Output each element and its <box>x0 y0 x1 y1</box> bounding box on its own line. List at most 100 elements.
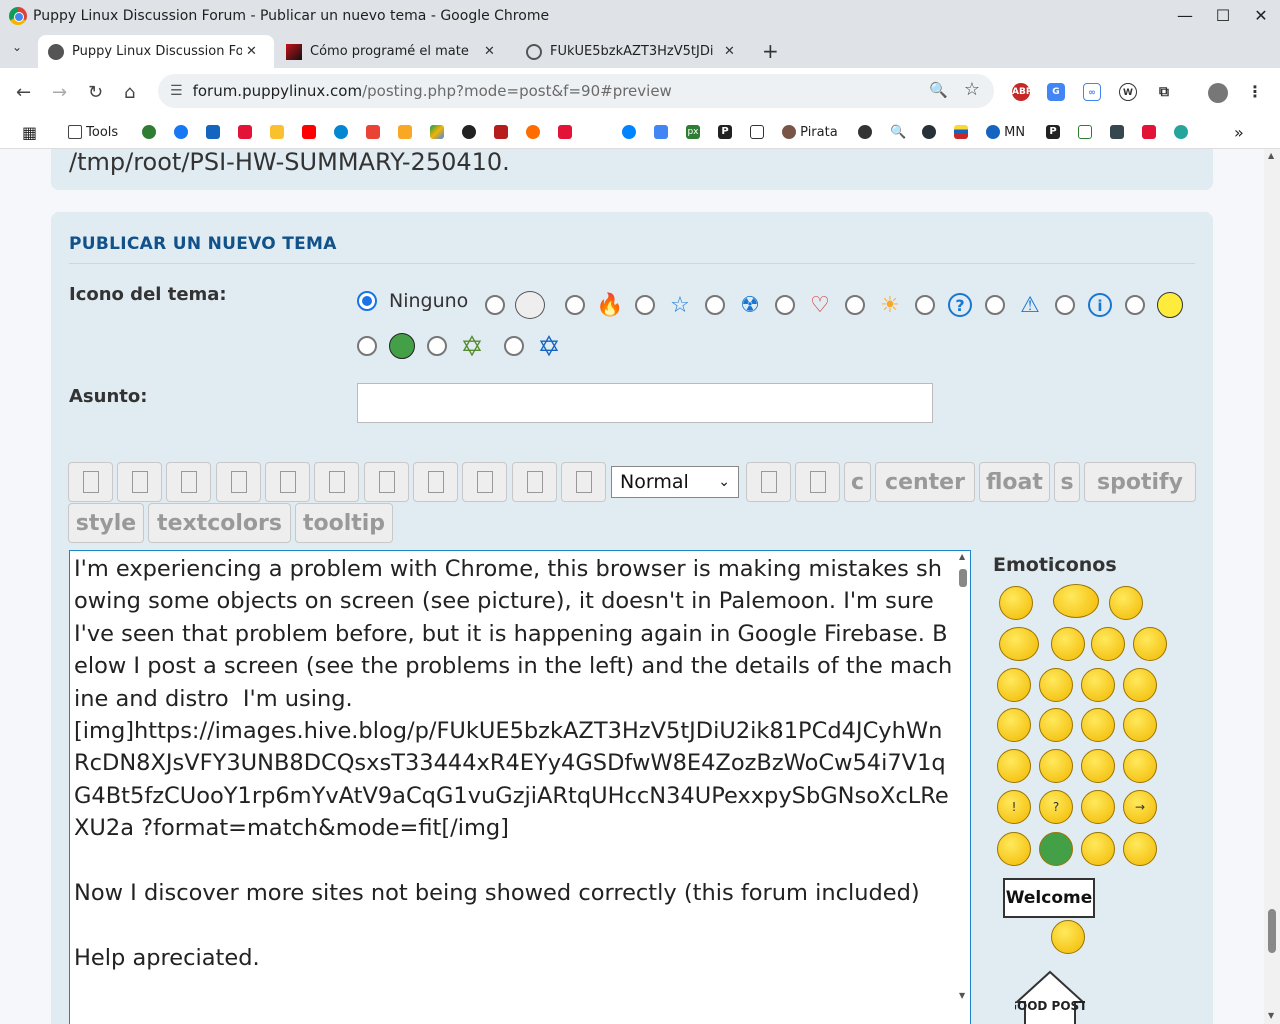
reload-icon[interactable]: ↻ <box>88 82 103 103</box>
spotify-button[interactable]: spotify <box>1084 462 1196 502</box>
icon-option-heart[interactable]: ♡ <box>775 290 835 320</box>
bookmark-1[interactable] <box>142 123 156 141</box>
bookmark-mn[interactable]: MN <box>986 123 1025 141</box>
profile-avatar[interactable] <box>1208 83 1228 103</box>
bookmark-circle[interactable] <box>1174 123 1188 141</box>
float-button[interactable]: float <box>979 462 1050 502</box>
wordpress-extension-icon[interactable]: W <box>1119 83 1137 101</box>
bookmark-9[interactable] <box>398 123 412 141</box>
c-button[interactable]: c <box>844 462 871 502</box>
zoom-icon[interactable]: 🔍 <box>929 81 948 99</box>
bookmark-5[interactable] <box>270 123 284 141</box>
smiley-cool-icon[interactable] <box>1123 668 1157 702</box>
bookmark-12[interactable] <box>494 123 508 141</box>
smiley-thumbsup-icon[interactable] <box>1053 584 1099 618</box>
icon-option-info[interactable]: i <box>1055 290 1115 320</box>
icon-option-none[interactable]: Ninguno <box>357 290 468 312</box>
smiley-neutral-icon[interactable] <box>1051 627 1085 661</box>
more-menu-icon[interactable]: ⋮ <box>1246 83 1264 101</box>
tab-image[interactable]: FUkUE5bzkAZT3HzV5tJDi ✕ <box>516 35 752 68</box>
bookmark-folder-tools[interactable]: Tools <box>68 123 118 141</box>
color-button[interactable] <box>746 462 791 502</box>
close-window-button[interactable]: ✕ <box>1242 0 1280 31</box>
smiley-arrow-icon[interactable]: → <box>1123 790 1157 824</box>
bookmark-messenger[interactable] <box>622 123 636 141</box>
subject-input[interactable] <box>357 383 933 423</box>
bookmark-play[interactable] <box>922 123 936 141</box>
welcome-sign-smiley[interactable]: Welcome <box>1003 878 1095 918</box>
message-text[interactable]: I'm experiencing a problem with Chrome, … <box>74 553 954 974</box>
adblock-plus-icon[interactable]: ABP <box>1012 83 1032 101</box>
bookmark-p[interactable]: P <box>718 123 732 141</box>
smiley-redface-icon[interactable] <box>1123 749 1157 783</box>
smiley-evil-icon[interactable] <box>1039 749 1073 783</box>
font-size-select[interactable]: Normal ⌄ <box>611 466 739 498</box>
good-post-sign-icon[interactable]: GOOD POST! <box>1015 970 1085 1024</box>
new-tab-button[interactable]: + <box>762 39 779 63</box>
tab-close-icon[interactable]: ✕ <box>484 44 495 59</box>
icon-option-fire[interactable]: 🔥 <box>565 290 625 320</box>
bookmark-globe[interactable] <box>858 123 872 141</box>
radio-grin[interactable] <box>357 336 377 356</box>
address-bar[interactable]: ☰ forum.puppylinux.com/posting.php?mode=… <box>158 74 994 108</box>
bookmark-gmail[interactable] <box>366 123 380 141</box>
site-info-icon[interactable]: ☰ <box>170 83 183 99</box>
bookmark-drive[interactable] <box>430 123 444 141</box>
bold-button[interactable] <box>68 462 113 502</box>
icon-option-lightbulb[interactable]: ☀ <box>845 290 905 320</box>
radio-heart[interactable] <box>775 295 795 315</box>
radio-puppy[interactable] <box>485 295 505 315</box>
icon-option-question[interactable]: ? <box>915 290 975 320</box>
bookmark-star-icon[interactable]: ☆ <box>964 79 980 100</box>
style-button[interactable]: style <box>68 503 144 543</box>
tab-close-icon[interactable]: ✕ <box>246 44 257 59</box>
page-scrollbar[interactable]: ▲ ▼ <box>1264 149 1280 1024</box>
translate-extension-icon[interactable]: G <box>1047 83 1065 101</box>
code-button[interactable] <box>265 462 310 502</box>
smiley-thumbsdown-icon[interactable] <box>999 627 1039 661</box>
tooltip-button[interactable]: tooltip <box>295 503 393 543</box>
smiley-shocked-icon[interactable] <box>997 668 1031 702</box>
minimize-button[interactable]: — <box>1166 0 1204 31</box>
bookmark-flag[interactable] <box>954 123 968 141</box>
smiley-rolleyes-icon[interactable] <box>1133 627 1167 661</box>
radio-warning[interactable] <box>985 295 1005 315</box>
smiley-toolbar-button[interactable] <box>795 462 840 502</box>
textcolors-button[interactable]: textcolors <box>148 503 291 543</box>
smiley-grin-icon[interactable] <box>997 708 1031 742</box>
smiley-idea-icon[interactable] <box>1081 790 1115 824</box>
bookmark-firefox[interactable] <box>526 123 540 141</box>
center-button[interactable]: center <box>875 462 975 502</box>
radio-radioactive[interactable] <box>705 295 725 315</box>
smiley-eek-icon[interactable] <box>997 749 1031 783</box>
bookmark-people[interactable] <box>1110 123 1124 141</box>
smiley-surprised-icon[interactable] <box>1123 708 1157 742</box>
bookmark-hive-2[interactable] <box>558 123 572 141</box>
bookmark-search[interactable]: 🔍 <box>890 123 906 141</box>
page-scroll-down-icon[interactable]: ▼ <box>1268 1011 1274 1020</box>
radio-lightbulb[interactable] <box>845 295 865 315</box>
scroll-up-arrow-icon[interactable]: ▲ <box>959 552 965 561</box>
bookmark-p-2[interactable]: P <box>1046 123 1060 141</box>
ordered-list-button[interactable] <box>364 462 409 502</box>
smiley-mad-icon[interactable] <box>1039 708 1073 742</box>
textarea-scrollbar[interactable]: ▲ ▼ <box>956 551 970 1024</box>
link-button[interactable] <box>512 462 557 502</box>
smiley-geek-icon[interactable] <box>1123 832 1157 866</box>
smiley-question-icon[interactable]: ? <box>1039 790 1073 824</box>
smiley-meh-icon[interactable] <box>997 832 1031 866</box>
quote-button[interactable] <box>216 462 261 502</box>
smiley-sad-icon[interactable] <box>1081 668 1115 702</box>
bookmark-px[interactable]: px <box>686 123 700 141</box>
radio-blue-star[interactable] <box>504 336 524 356</box>
smiley-confused-icon[interactable] <box>1039 668 1073 702</box>
scroll-down-arrow-icon[interactable]: ▼ <box>959 991 965 1000</box>
bookmark-facebook[interactable] <box>174 123 188 141</box>
tab-search-chevron-icon[interactable]: ⌄ <box>12 40 22 54</box>
radio-question[interactable] <box>915 295 935 315</box>
icon-option-blue-star[interactable]: ✡ <box>504 330 564 363</box>
icon-option-grin[interactable] <box>357 331 417 361</box>
tab-close-icon[interactable]: ✕ <box>724 44 735 59</box>
radio-green-star[interactable] <box>427 336 447 356</box>
smiley-laugh-icon[interactable] <box>1109 586 1143 620</box>
